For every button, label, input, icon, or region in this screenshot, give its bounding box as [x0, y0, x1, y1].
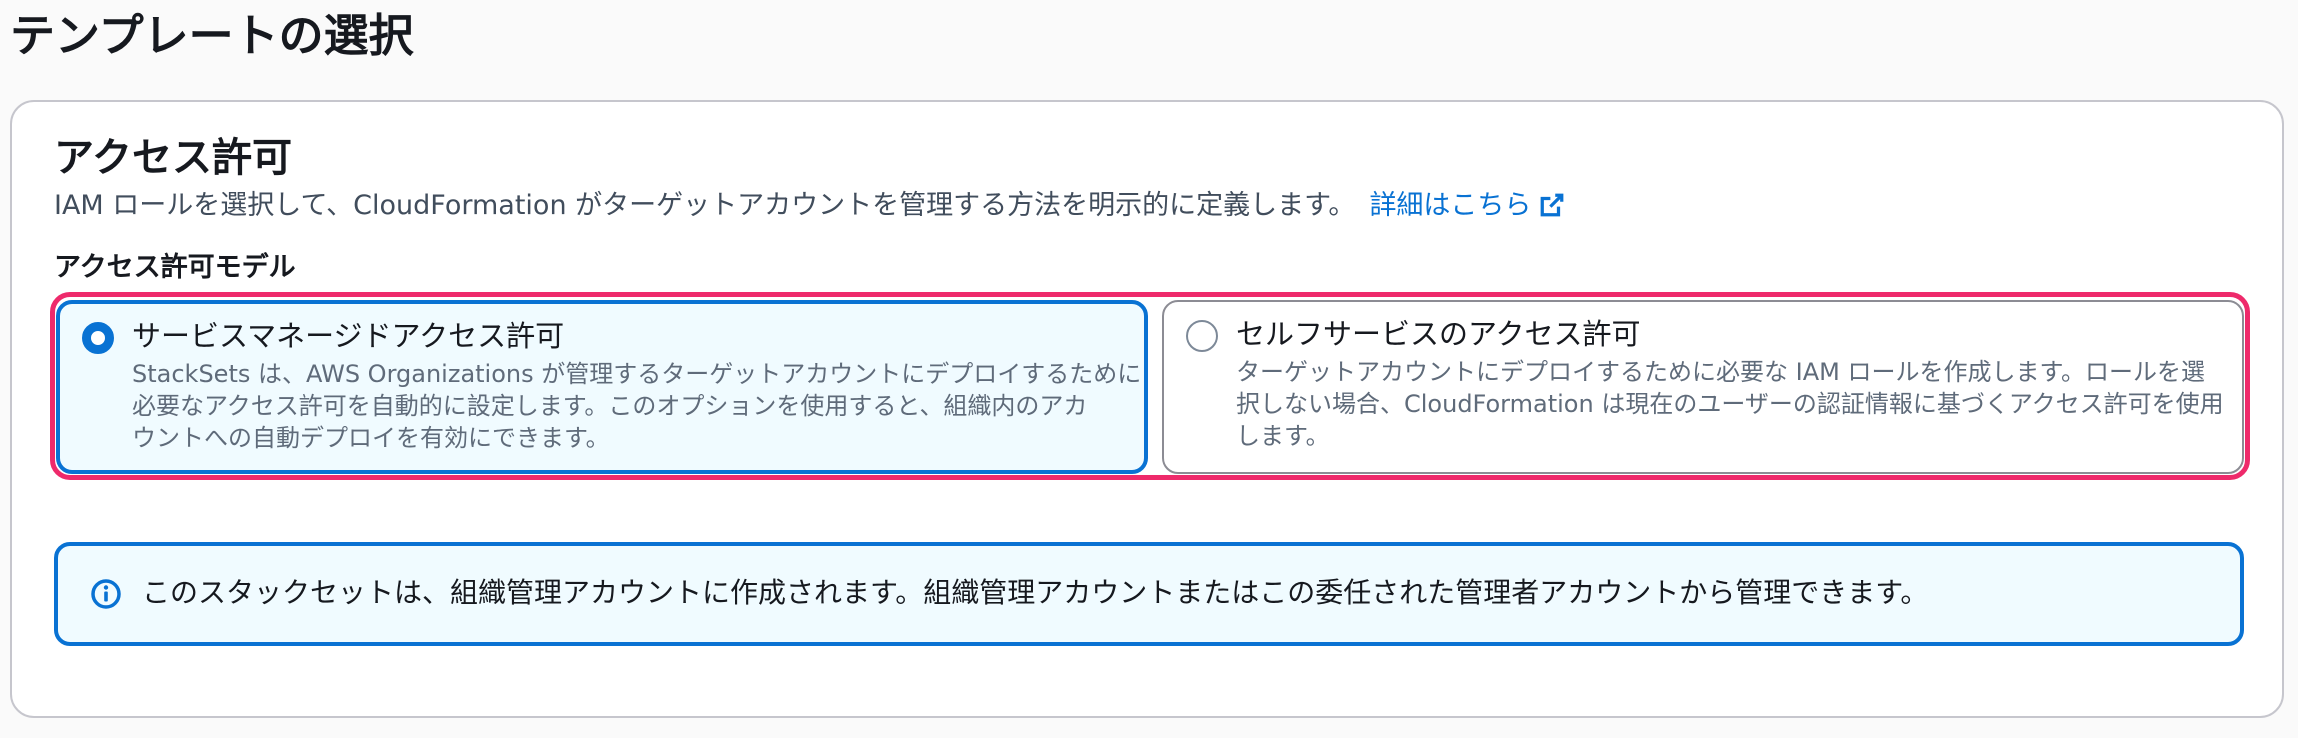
learn-more-label: 詳細はこちら — [1369, 190, 1532, 221]
option-description-line: StackSets は、AWS Organizations が管理するターゲット… — [132, 360, 1142, 388]
section-title: アクセス許可 — [54, 135, 292, 181]
learn-more-link[interactable]: 詳細はこちら — [1369, 190, 1565, 221]
section-description: IAM ロールを選択して、CloudFormation がターゲットアカウントを… — [54, 186, 1565, 226]
option-description-line: 必要なアクセス許可を自動的に設定します。このオプションを使用すると、組織内のアカ — [132, 392, 1088, 420]
radio-service-managed[interactable] — [82, 322, 114, 354]
option-title: サービスマネージドアクセス許可 — [132, 319, 565, 353]
description-text: IAM ロールを選択して、CloudFormation がターゲットアカウントを… — [54, 190, 1356, 221]
permissions-container: アクセス許可 IAM ロールを選択して、CloudFormation がターゲッ… — [10, 100, 2284, 718]
external-link-icon — [1541, 193, 1564, 217]
option-description: ターゲットアカウントにデプロイするために必要な IAM ロールを作成します。ロー… — [1236, 356, 2224, 452]
option-service-managed[interactable]: サービスマネージドアクセス許可 StackSets は、AWS Organiza… — [56, 300, 1148, 474]
info-alert: このスタックセットは、組織管理アカウントに作成されます。組織管理アカウントまたは… — [54, 542, 2244, 646]
permission-model-label: アクセス許可モデル — [54, 252, 296, 283]
info-message: このスタックセットは、組織管理アカウントに作成されます。組織管理アカウントまたは… — [142, 576, 1929, 609]
option-description-line: 択しない場合、CloudFormation は現在のユーザーの認証情報に基づくア… — [1236, 390, 2224, 418]
page-title: テンプレートの選択 — [10, 9, 414, 62]
option-title: セルフサービスのアクセス許可 — [1236, 317, 1641, 351]
info-icon — [91, 579, 121, 609]
option-description-line: ウントへの自動デプロイを有効にできます。 — [132, 424, 610, 452]
option-description-line: します。 — [1236, 422, 1330, 450]
option-description: StackSets は、AWS Organizations が管理するターゲット… — [132, 358, 1141, 454]
option-description-line: ターゲットアカウントにデプロイするために必要な IAM ロールを作成します。ロー… — [1236, 358, 2206, 386]
radio-self-managed[interactable] — [1186, 320, 1218, 352]
option-self-managed[interactable]: セルフサービスのアクセス許可 ターゲットアカウントにデプロイするために必要な I… — [1162, 300, 2244, 474]
